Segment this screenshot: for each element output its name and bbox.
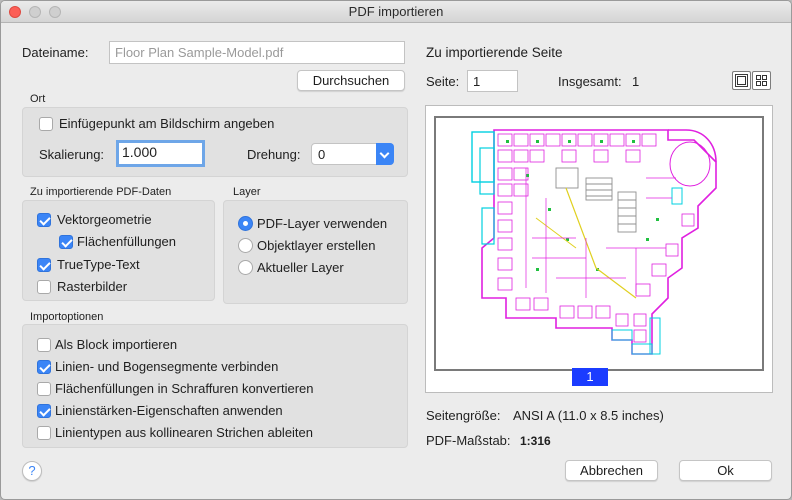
convert-fills-to-hatches-checkbox[interactable] — [37, 382, 51, 396]
pdf-scale-value: 1:316 — [520, 434, 551, 448]
pdf-data-heading: Zu importierende PDF-Daten — [30, 186, 172, 198]
rotation-label: Drehung: — [247, 147, 301, 162]
import-as-block-label: Als Block importieren — [55, 337, 178, 352]
scale-label: Skalierung: — [39, 147, 105, 162]
ort-heading: Ort — [30, 93, 46, 105]
truetype-text-label: TrueType-Text — [57, 257, 140, 272]
insertion-point-label: Einfügepunkt am Bildschirm angeben — [59, 116, 275, 131]
pdf-scale-label: PDF-Maßstab: — [426, 433, 511, 448]
infer-linetypes-checkbox[interactable] — [37, 426, 51, 440]
solid-fills-label: Flächenfüllungen — [77, 234, 177, 249]
pdf-import-dialog: PDF importieren Dateiname: Floor Plan Sa… — [0, 0, 792, 500]
current-layer-radio[interactable] — [238, 260, 253, 275]
page-label: Seite: — [426, 74, 460, 89]
page-size-value: ANSI A (11.0 x 8.5 inches) — [513, 408, 664, 423]
grid-icon — [756, 75, 768, 87]
browse-button[interactable]: Durchsuchen — [297, 70, 405, 91]
pdf-preview-panel[interactable]: 1 — [425, 105, 773, 393]
page-section-heading: Zu importierende Seite — [426, 45, 563, 60]
vector-geometry-label: Vektorgeometrie — [57, 212, 152, 227]
rotation-select[interactable]: 0 — [311, 143, 394, 165]
solid-fills-checkbox[interactable] — [59, 235, 73, 249]
single-page-view-button[interactable] — [732, 71, 751, 90]
filename-label: Dateiname: — [22, 45, 89, 60]
rotation-value: 0 — [318, 147, 326, 162]
import-as-block-checkbox[interactable] — [37, 338, 51, 352]
ok-button[interactable]: Ok — [679, 460, 772, 481]
floor-plan-image — [471, 129, 717, 355]
total-label: Insgesamt: — [558, 74, 622, 89]
help-button[interactable]: ? — [22, 461, 42, 481]
single-page-icon — [737, 76, 746, 85]
insertion-point-checkbox[interactable] — [39, 117, 53, 131]
object-layers-radio[interactable] — [238, 238, 253, 253]
preview-page-number: 1 — [572, 368, 608, 386]
object-layers-label: Objektlayer erstellen — [257, 238, 376, 253]
window-title: PDF importieren — [348, 4, 444, 19]
join-segments-label: Linien- und Bogensegmente verbinden — [55, 359, 279, 374]
thumbnail-grid-view-button[interactable] — [752, 71, 771, 90]
infer-linetypes-label: Linientypen aus kollinearen Strichen abl… — [55, 425, 314, 440]
pdf-page-thumbnail[interactable] — [434, 116, 764, 371]
cancel-button[interactable]: Abbrechen — [565, 460, 658, 481]
truetype-text-checkbox[interactable] — [37, 258, 51, 272]
pdf-layers-label: PDF-Layer verwenden — [257, 216, 388, 231]
apply-lineweights-label: Linienstärken-Eigenschaften anwenden — [55, 403, 283, 418]
join-segments-checkbox[interactable] — [37, 360, 51, 374]
layer-heading: Layer — [233, 186, 261, 198]
pdf-layers-radio[interactable] — [238, 216, 253, 231]
apply-lineweights-checkbox[interactable] — [37, 404, 51, 418]
total-value: 1 — [632, 74, 640, 89]
filename-field[interactable]: Floor Plan Sample-Model.pdf — [109, 41, 405, 64]
convert-fills-to-hatches-label: Flächenfüllungen in Schraffuren konverti… — [55, 381, 314, 396]
raster-images-label: Rasterbilder — [57, 279, 128, 294]
current-layer-label: Aktueller Layer — [257, 260, 344, 275]
page-size-label: Seitengröße: — [426, 408, 501, 423]
import-options-heading: Importoptionen — [30, 311, 104, 323]
scale-input[interactable]: 1.000 — [116, 140, 205, 167]
chevron-down-icon — [376, 143, 394, 165]
page-number-input[interactable]: 1 — [467, 70, 518, 92]
title-bar: PDF importieren — [1, 1, 791, 23]
raster-images-checkbox[interactable] — [37, 280, 51, 294]
vector-geometry-checkbox[interactable] — [37, 213, 51, 227]
